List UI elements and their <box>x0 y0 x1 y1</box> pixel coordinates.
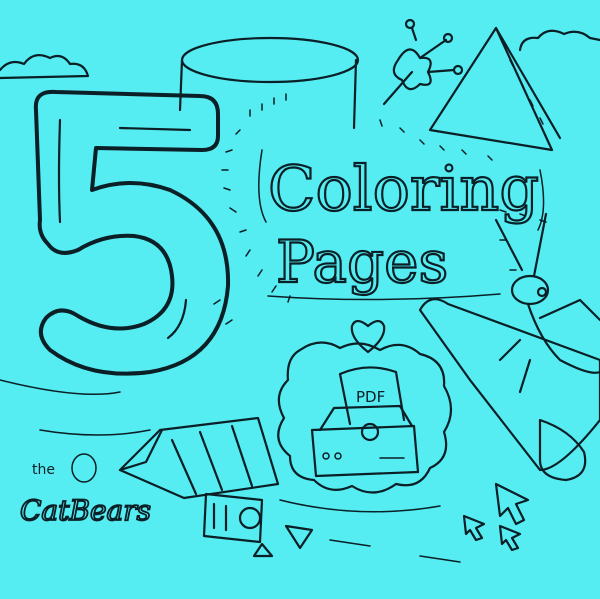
logo-brand: CatBears <box>20 494 151 527</box>
pencil-icon <box>118 416 280 500</box>
heart-icon <box>350 319 386 354</box>
paper-plane <box>252 524 314 558</box>
cursor-icon <box>462 482 530 552</box>
catbears-logo: the CatBears <box>19 453 152 528</box>
cloud-icon <box>0 29 600 80</box>
cylinder-doodle <box>178 36 360 130</box>
camera-icon <box>202 492 264 544</box>
number-five <box>33 89 231 376</box>
pyramid-doodle <box>428 26 562 152</box>
pdf-label: PDF <box>356 388 385 406</box>
coloring-pages-banner: Coloring Pages PDF the CatBears <box>0 0 600 599</box>
flower-icon <box>382 18 464 106</box>
logo-the: the <box>32 462 55 478</box>
title-pages: Pages <box>276 228 448 296</box>
printer-icon: PDF <box>310 366 420 478</box>
cricket-icon <box>494 212 600 394</box>
printer-bubble <box>277 341 453 494</box>
doodle-illustration: Coloring Pages PDF the CatBears <box>0 18 600 563</box>
title-coloring: Coloring <box>268 152 539 225</box>
